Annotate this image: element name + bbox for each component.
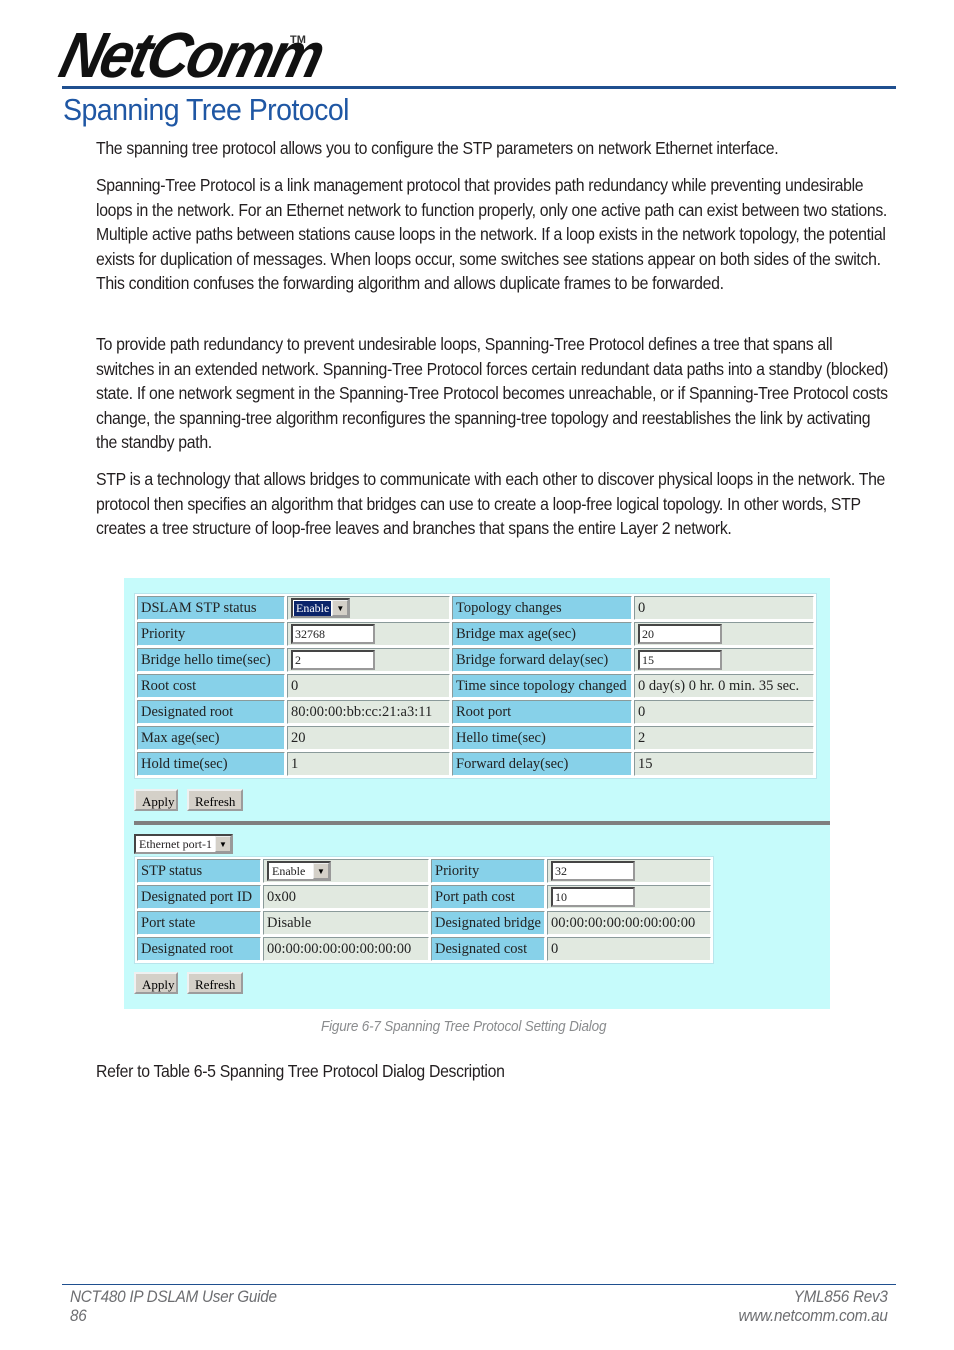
chevron-down-icon[interactable]: ▼ (313, 863, 329, 879)
document-revision: YML856 Rev3 (794, 1287, 888, 1306)
table-row: Root cost 0 Time since topology changed … (137, 674, 814, 698)
guide-title: NCT480 IP DSLAM User Guide (70, 1287, 277, 1306)
hello-time-value: 2 (634, 726, 814, 750)
table-row: Designated root 00:00:00:00:00:00:00:00 … (137, 937, 711, 961)
footer-right: YML856 Rev3 www.netcomm.com.au (739, 1287, 888, 1325)
topology-changes-value: 0 (634, 596, 814, 620)
designated-port-id-value: 0x00 (263, 885, 429, 909)
field-label: Bridge max age(sec) (452, 622, 632, 646)
field-label: Root port (452, 700, 632, 724)
refer-text: Refer to Table 6-5 Spanning Tree Protoco… (96, 1061, 505, 1081)
port-path-cost-input[interactable]: 10 (551, 887, 635, 907)
table-row: Designated port ID 0x00 Port path cost 1… (137, 885, 711, 909)
field-label: Topology changes (452, 596, 632, 620)
website-link[interactable]: www.netcomm.com.au (739, 1306, 888, 1325)
body-paragraph: Spanning-Tree Protocol is a link managem… (96, 175, 888, 294)
field-label: DSLAM STP status (137, 596, 285, 620)
hold-time-value: 1 (287, 752, 450, 776)
table-row: STP status Enable ▼ Priority 32 (137, 859, 711, 883)
bridge-max-age-input[interactable]: 20 (638, 624, 722, 644)
logo-wordmark: NetComm (53, 19, 330, 91)
field-label: Port path cost (431, 885, 545, 909)
field-label: Hold time(sec) (137, 752, 285, 776)
bridge-stp-table: DSLAM STP status Enable ▼ Topology chang… (134, 593, 817, 779)
time-since-topology-changed-value: 0 day(s) 0 hr. 0 min. 35 sec. (634, 674, 814, 698)
ethernet-port-select[interactable]: Ethernet port-1 ▼ (134, 834, 233, 854)
chevron-down-icon[interactable]: ▼ (332, 600, 349, 616)
root-port-value: 0 (634, 700, 814, 724)
bridge-refresh-button[interactable]: Refresh (187, 789, 243, 811)
footer-rule (62, 1284, 896, 1285)
body-paragraph: STP is a technology that allows bridges … (96, 469, 886, 539)
table-row: Bridge hello time(sec) 2 Bridge forward … (137, 648, 814, 672)
priority-input[interactable]: 32768 (291, 624, 375, 644)
bridge-hello-time-input[interactable]: 2 (291, 650, 375, 670)
figure-caption: Figure 6-7 Spanning Tree Protocol Settin… (321, 1018, 607, 1035)
stp-setting-dialog-figure: DSLAM STP status Enable ▼ Topology chang… (124, 578, 830, 1009)
max-age-value: 20 (287, 726, 450, 750)
field-label: Forward delay(sec) (452, 752, 632, 776)
designated-cost-value: 0 (547, 937, 711, 961)
field-label: Designated port ID (137, 885, 261, 909)
port-stp-status-select[interactable]: Enable ▼ (267, 861, 331, 881)
table-row: Hold time(sec) 1 Forward delay(sec) 15 (137, 752, 814, 776)
forward-delay-value: 15 (634, 752, 814, 776)
section-divider (134, 821, 830, 825)
designated-bridge-value: 00:00:00:00:00:00:00:00 (547, 911, 711, 935)
field-label: Root cost (137, 674, 285, 698)
port-state-value: Disable (263, 911, 429, 935)
field-label: Bridge forward delay(sec) (452, 648, 632, 672)
table-row: Priority 32768 Bridge max age(sec) 20 (137, 622, 814, 646)
field-label: STP status (137, 859, 261, 883)
netcomm-logo: NetComm TM (53, 19, 343, 91)
field-label: Priority (431, 859, 545, 883)
intro-paragraph: The spanning tree protocol allows you to… (96, 138, 779, 158)
port-stp-table: STP status Enable ▼ Priority 32 Designat… (134, 856, 714, 964)
table-row: Max age(sec) 20 Hello time(sec) 2 (137, 726, 814, 750)
designated-root-value: 80:00:00:bb:cc:21:a3:11 (287, 700, 450, 724)
port-refresh-button[interactable]: Refresh (187, 972, 243, 994)
dslam-stp-status-select[interactable]: Enable ▼ (291, 598, 351, 618)
port-apply-button[interactable]: Apply (134, 972, 178, 994)
bridge-apply-button[interactable]: Apply (134, 789, 178, 811)
field-label: Designated root (137, 937, 261, 961)
port-designated-root-value: 00:00:00:00:00:00:00:00 (263, 937, 429, 961)
page-number: 86 (70, 1306, 87, 1325)
field-label: Priority (137, 622, 285, 646)
page-title: Spanning Tree Protocol (63, 92, 349, 127)
table-row: Port state Disable Designated bridge 00:… (137, 911, 711, 935)
field-label: Max age(sec) (137, 726, 285, 750)
table-row: DSLAM STP status Enable ▼ Topology chang… (137, 596, 814, 620)
footer-left: NCT480 IP DSLAM User Guide 86 (70, 1287, 277, 1325)
title-rule (62, 86, 896, 89)
table-row: Designated root 80:00:00:bb:cc:21:a3:11 … (137, 700, 814, 724)
field-label: Bridge hello time(sec) (137, 648, 285, 672)
field-label: Designated cost (431, 937, 545, 961)
bridge-forward-delay-input[interactable]: 15 (638, 650, 722, 670)
chevron-down-icon[interactable]: ▼ (214, 836, 231, 852)
field-label: Designated root (137, 700, 285, 724)
field-label: Port state (137, 911, 261, 935)
field-label: Time since topology changed (452, 674, 632, 698)
root-cost-value: 0 (287, 674, 450, 698)
field-label: Designated bridge (431, 911, 545, 935)
trademark-symbol: TM (290, 34, 306, 46)
field-label: Hello time(sec) (452, 726, 632, 750)
port-priority-input[interactable]: 32 (551, 861, 635, 881)
body-paragraph: To provide path redundancy to prevent un… (96, 334, 889, 453)
